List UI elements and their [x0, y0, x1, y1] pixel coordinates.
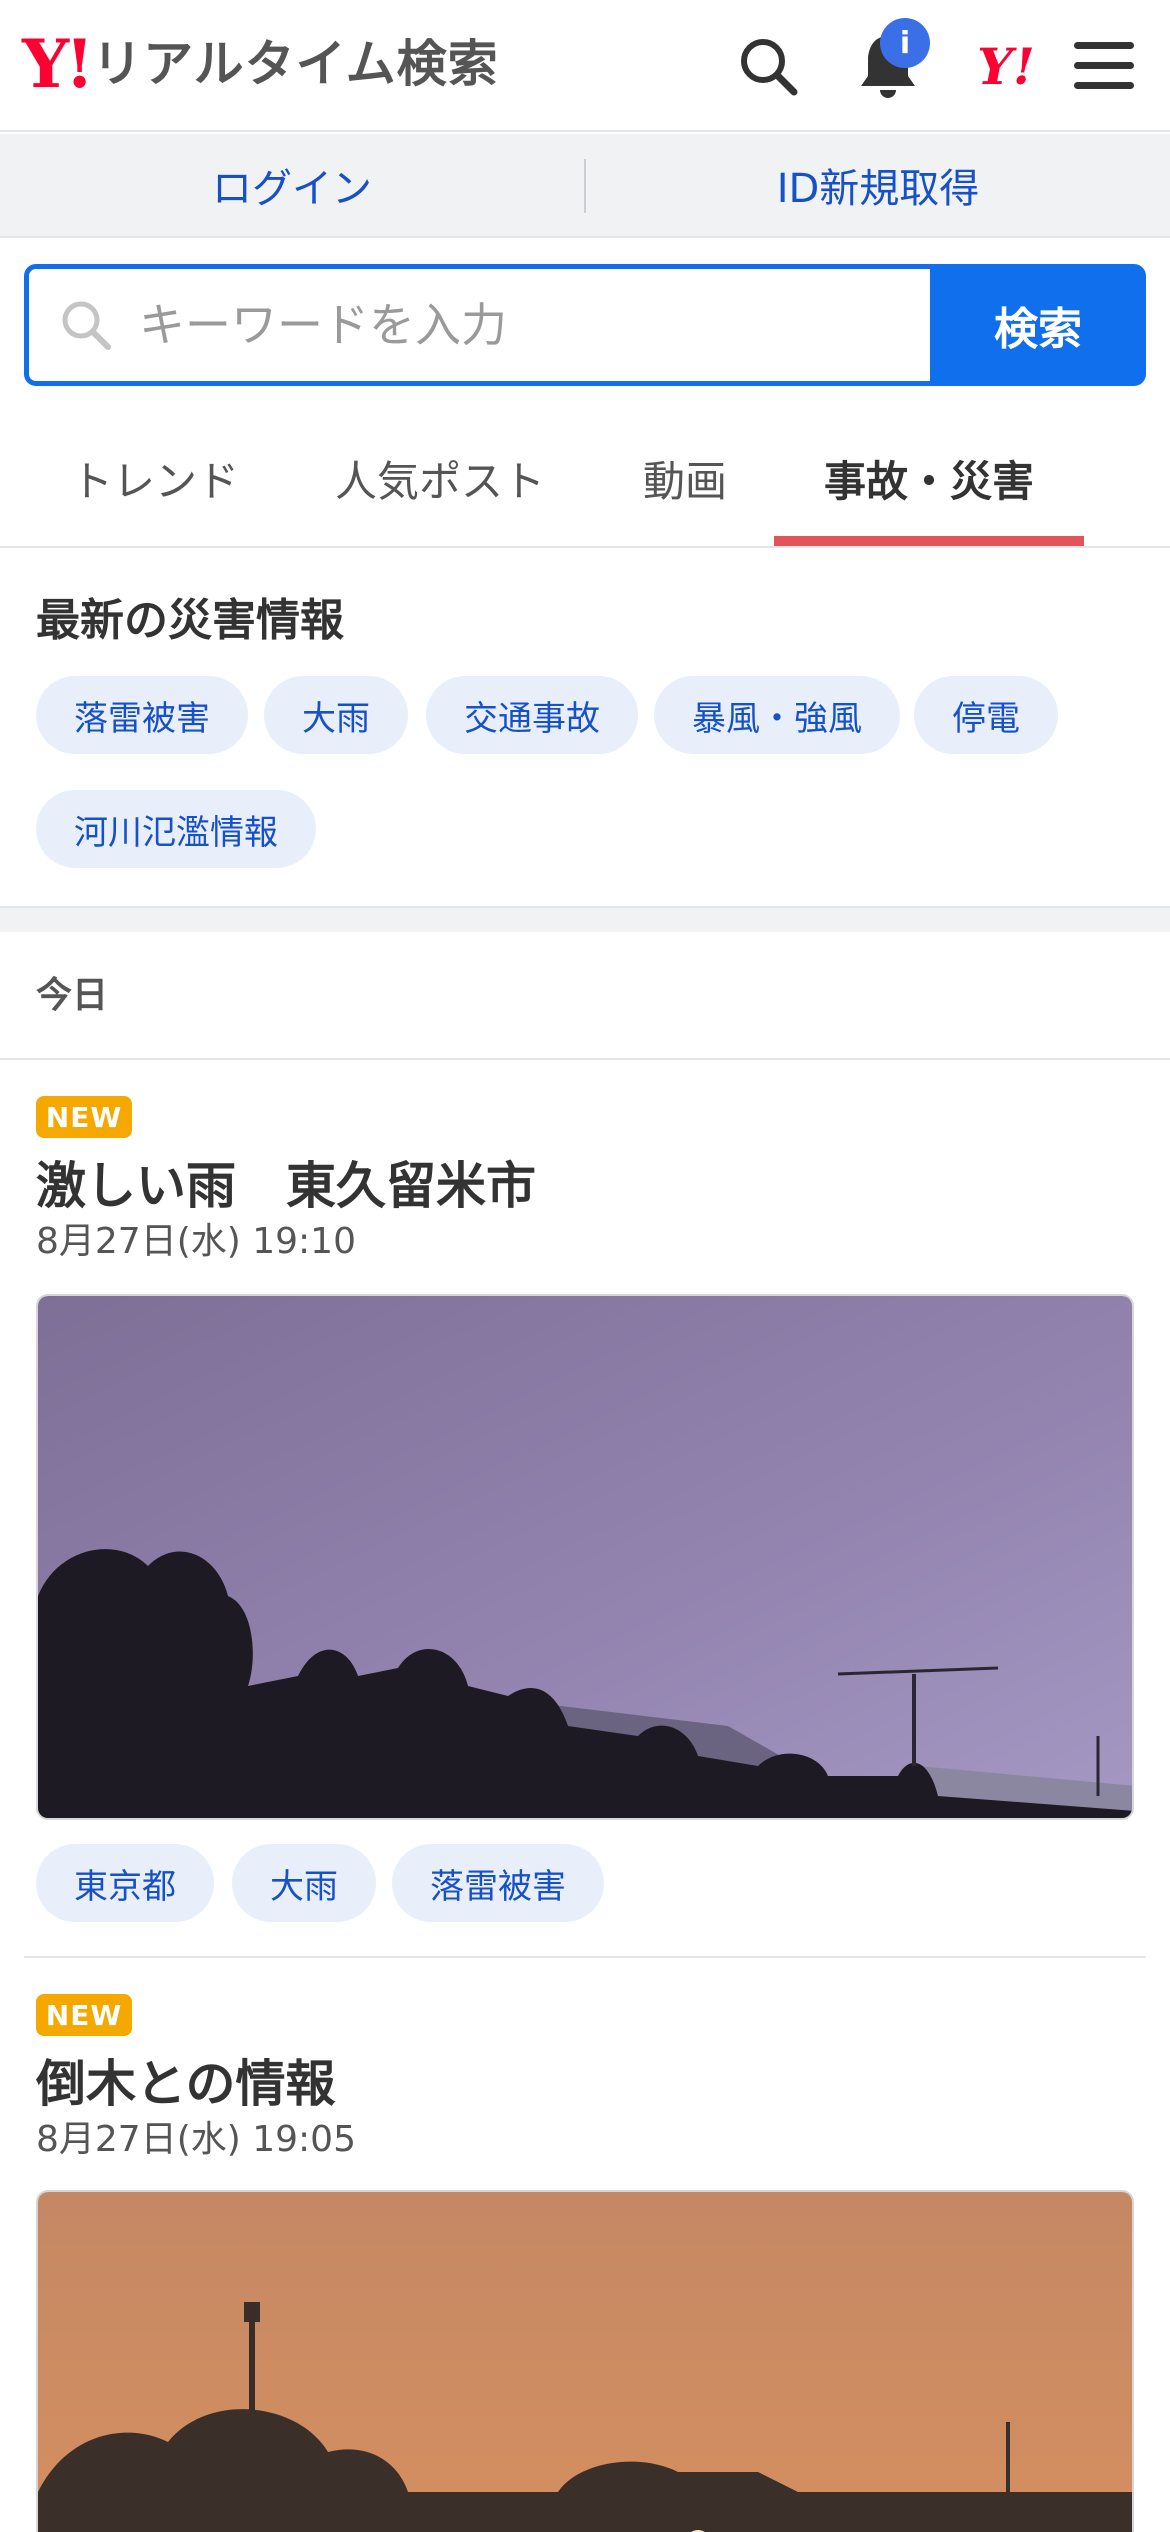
post-timestamp: 8月27日(水) 19:10 [36, 1221, 356, 1262]
tab-disaster[interactable]: 事故・災害 [774, 410, 1084, 546]
sunset-photo [38, 2192, 1132, 2532]
post-tag-list: 東京都 大雨 落雷被害 [36, 1844, 1136, 1922]
search-input[interactable] [139, 298, 859, 352]
search-bar: 検索 [24, 264, 1146, 386]
yahoo-logo-mark: Y! [22, 25, 94, 103]
rainy-sky-photo [38, 1296, 1132, 1818]
yahoo-realtime-logo[interactable]: Y! リアルタイム検索 [22, 26, 499, 102]
active-tab-indicator [774, 536, 1084, 546]
search-icon[interactable] [728, 26, 808, 106]
tag-lightning-damage[interactable]: 落雷被害 [392, 1844, 604, 1922]
chip-heavy-rain[interactable]: 大雨 [264, 676, 408, 754]
section-divider-band [0, 906, 1170, 932]
tag-heavy-rain[interactable]: 大雨 [232, 1844, 376, 1922]
new-badge: NEW [36, 1096, 132, 1138]
chip-lightning-damage[interactable]: 落雷被害 [36, 676, 248, 754]
yahoo-mark-icon: Y! [977, 36, 1035, 96]
divider [0, 1058, 1170, 1060]
yahoo-top-link[interactable]: Y! [966, 26, 1046, 106]
post-image[interactable] [36, 1294, 1134, 1820]
notification-badge: i [880, 18, 930, 68]
tab-trend[interactable]: トレンド [40, 410, 270, 546]
tag-tokyo[interactable]: 東京都 [36, 1844, 214, 1922]
post-divider [24, 1956, 1146, 1958]
chip-traffic-accident[interactable]: 交通事故 [426, 676, 638, 754]
day-heading: 今日 [36, 975, 109, 1016]
tab-popular-posts[interactable]: 人気ポスト [320, 410, 560, 546]
chip-power-outage[interactable]: 停電 [914, 676, 1058, 754]
post-image[interactable] [36, 2190, 1134, 2532]
hamburger-menu-icon[interactable] [1064, 26, 1144, 106]
post-timestamp: 8月27日(水) 19:05 [36, 2119, 356, 2160]
search-field-icon [62, 301, 111, 350]
notification-bell-icon[interactable]: i [848, 18, 930, 106]
search-button[interactable]: 検索 [930, 264, 1146, 386]
disaster-section-title: 最新の災害情報 [36, 595, 344, 646]
login-bar: ログイン ID新規取得 [0, 134, 1170, 238]
post-title[interactable]: 倒木との情報 [36, 2044, 336, 2116]
service-name: リアルタイム検索 [92, 35, 499, 93]
chip-river-flood[interactable]: 河川氾濫情報 [36, 790, 316, 868]
login-link[interactable]: ログイン [0, 134, 584, 236]
category-tabs: トレンド 人気ポスト 動画 事故・災害 [0, 410, 1170, 548]
search-box[interactable] [24, 264, 930, 386]
new-badge: NEW [36, 1994, 132, 2036]
app-header: Y! リアルタイム検索 i Y! [0, 0, 1170, 132]
register-link[interactable]: ID新規取得 [586, 134, 1170, 236]
tab-video[interactable]: 動画 [620, 410, 750, 546]
post-title[interactable]: 激しい雨 東久留米市 [36, 1146, 536, 1218]
chip-storm-wind[interactable]: 暴風・強風 [654, 676, 900, 754]
